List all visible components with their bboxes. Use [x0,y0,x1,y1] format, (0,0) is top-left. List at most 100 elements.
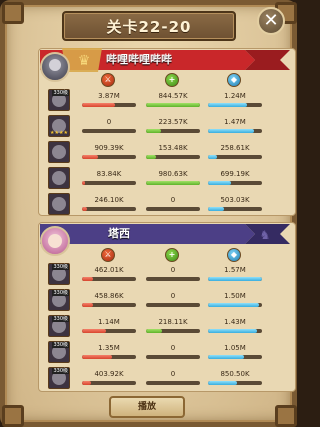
damage-bar-fill [82,103,116,107]
heal-value: 844.57K [158,92,188,100]
heal-bar [146,103,200,107]
heal-bar [146,155,200,159]
page-title: 关卡22-20 [106,18,192,36]
shield-icon: ◆ [227,248,241,262]
tank-bar [208,129,262,133]
damage-value: 458.86K [94,292,124,300]
corner-ornament-tl [2,2,24,24]
damage-bar-fill [82,381,92,385]
damage-value: 1.35M [98,344,120,352]
damage-bar [82,129,136,133]
tank-value: 1.50M [224,292,246,300]
heal-value: 0 [170,292,176,300]
close-button[interactable]: ✕ [257,7,285,35]
team-avatar-2 [40,226,70,256]
damage-bar-fill [82,329,107,333]
damage-bar-fill [82,181,85,185]
tank-value: 258.61K [220,144,250,152]
team-banner-2: ♞ 塔西 [40,222,290,246]
tank-bar-fill [208,381,238,385]
damage-bar-fill [82,355,112,359]
heal-value: 223.57K [158,118,188,126]
svg-text:♞: ♞ [260,228,271,242]
damage-bar-fill [82,303,93,307]
heal-value: 153.48K [158,144,188,152]
damage-bar-fill [82,155,99,159]
tank-value: 1.43M [224,318,246,326]
heal-bar [146,355,200,359]
hero-level: 330级 [52,368,69,374]
hero-level: 330级 [52,290,69,296]
heal-bar-fill [146,181,200,185]
damage-bar [82,329,136,333]
damage-value: 83.84K [96,170,122,178]
hero-portrait[interactable] [48,167,70,189]
heal-bar [146,129,200,133]
heal-bar-fill [146,103,200,107]
heal-bar [146,181,200,185]
hero-level: 330级 [52,90,69,96]
tank-bar [208,303,262,307]
tank-bar [208,277,262,281]
damage-icon: ⚔ [101,248,115,262]
hero-portrait[interactable] [48,141,70,163]
tank-value: 699.19K [220,170,250,178]
team-panel-2 [38,222,296,392]
damage-icon: ⚔ [101,73,115,87]
tank-value: 1.24M [224,92,246,100]
hero-level: 330级 [52,264,69,270]
heal-value: 0 [170,266,176,274]
damage-bar [82,355,136,359]
damage-value: 0 [106,118,112,126]
hero-level: 330级 [52,316,69,322]
tank-bar [208,155,262,159]
tank-bar [208,329,262,333]
hero-level: 330级 [52,342,69,348]
damage-bar [82,155,136,159]
tank-bar-fill [208,181,231,185]
hero-portrait[interactable]: 330级 [48,263,70,285]
tank-bar-fill [208,207,225,211]
heal-value: 0 [170,196,176,204]
damage-value: 403.92K [94,370,124,378]
tank-bar-fill [208,303,260,307]
tank-bar [208,181,262,185]
hero-portrait[interactable]: 330级 [48,89,70,111]
heal-value: 980.63K [158,170,188,178]
corner-ornament-bl [2,405,24,427]
damage-bar [82,381,136,385]
heal-bar-fill [146,155,157,159]
damage-bar [82,103,136,107]
hero-portrait[interactable]: ★★★★ [48,115,70,137]
damage-value: 246.10K [94,196,124,204]
hero-face [52,145,66,159]
hero-portrait[interactable]: 330级 [48,341,70,363]
hero-portrait[interactable]: 330级 [48,289,70,311]
tank-bar-fill [208,277,262,281]
heal-icon: + [165,73,179,87]
team-banner-1: ♛ 哔哩哔哩哔哔 [40,48,290,72]
hero-portrait[interactable]: 330级 [48,315,70,337]
heal-value: 218.11K [158,318,188,326]
tank-bar-fill [208,103,247,107]
tank-bar-fill [208,329,257,333]
tank-bar-fill [208,129,254,133]
tank-bar [208,207,262,211]
tank-bar-fill [208,155,217,159]
tank-bar [208,381,262,385]
svg-text:♛: ♛ [78,53,91,69]
hero-stars: ★★★★ [50,130,68,136]
hero-portrait[interactable]: 330级 [48,367,70,389]
heal-bar [146,303,200,307]
damage-bar-fill [82,207,88,211]
tank-bar [208,355,262,359]
play-button[interactable]: 播放 [109,396,185,418]
corner-ornament-br [275,405,297,427]
damage-bar-fill [82,277,93,281]
tank-value: 503.03K [220,196,250,204]
heal-bar-fill [146,329,163,333]
damage-value: 3.87M [98,92,120,100]
hero-portrait[interactable] [48,193,70,215]
tank-bar-fill [208,355,244,359]
damage-bar [82,303,136,307]
